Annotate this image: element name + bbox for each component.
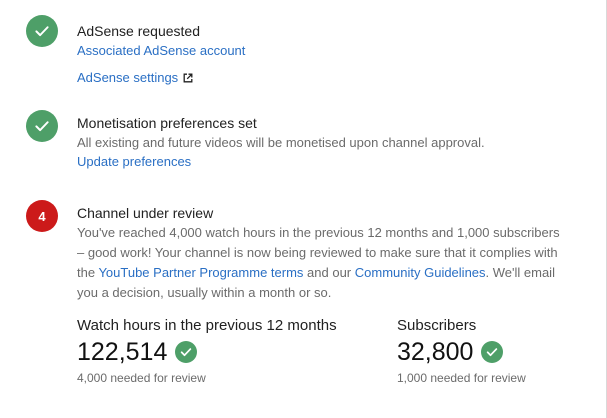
subscribers-value: 32,800 (397, 338, 474, 366)
step-monetisation-description: All existing and future videos will be m… (77, 135, 485, 150)
associated-adsense-account-link[interactable]: Associated AdSense account (77, 42, 577, 60)
check-circle-icon (175, 341, 198, 363)
watch-hours-note: 4,000 needed for review (77, 371, 206, 385)
watch-hours-value: 122,514 (77, 338, 168, 366)
check-icon (35, 121, 49, 132)
check-icon (35, 26, 49, 37)
youtube-partner-programme-terms-link[interactable]: YouTube Partner Programme terms (98, 265, 303, 280)
check-circle-icon (26, 15, 58, 47)
update-preferences-link[interactable]: Update preferences (77, 153, 577, 171)
subscribers-value-row: 32,800 (397, 337, 526, 367)
monetisation-status-panel: AdSense requested Associated AdSense acc… (0, 0, 607, 418)
watch-hours-stat: Watch hours in the previous 12 months 12… (77, 317, 337, 386)
subscribers-stat: Subscribers 32,800 1,000 needed for revi… (397, 317, 526, 386)
watch-hours-label: Watch hours in the previous 12 months (77, 317, 337, 334)
external-link-icon (183, 73, 193, 83)
step-monetisation-body: Monetisation preferences set All existin… (77, 114, 577, 171)
step-monetisation-title: Monetisation preferences set (77, 115, 257, 131)
adsense-settings-label: AdSense settings (77, 70, 179, 85)
step-review-body: Channel under review You've reached 4,00… (77, 204, 567, 303)
adsense-settings-link[interactable]: AdSense settings (77, 69, 193, 87)
check-circle-icon (26, 110, 58, 142)
review-desc-text: and our (303, 265, 355, 280)
step-review-description: You've reached 4,000 watch hours in the … (77, 223, 567, 303)
step-review-title: Channel under review (77, 205, 214, 221)
check-icon (181, 348, 192, 357)
subscribers-label: Subscribers (397, 317, 477, 334)
step-number: 4 (38, 208, 46, 224)
step-adsense-body: AdSense requested Associated AdSense acc… (77, 22, 577, 87)
check-icon (487, 348, 498, 357)
step-number-badge: 4 (26, 200, 58, 232)
check-circle-icon (481, 341, 504, 363)
community-guidelines-link[interactable]: Community Guidelines (355, 265, 486, 280)
step-adsense-title: AdSense requested (77, 23, 200, 39)
subscribers-note: 1,000 needed for review (397, 371, 526, 385)
watch-hours-value-row: 122,514 (77, 337, 337, 367)
